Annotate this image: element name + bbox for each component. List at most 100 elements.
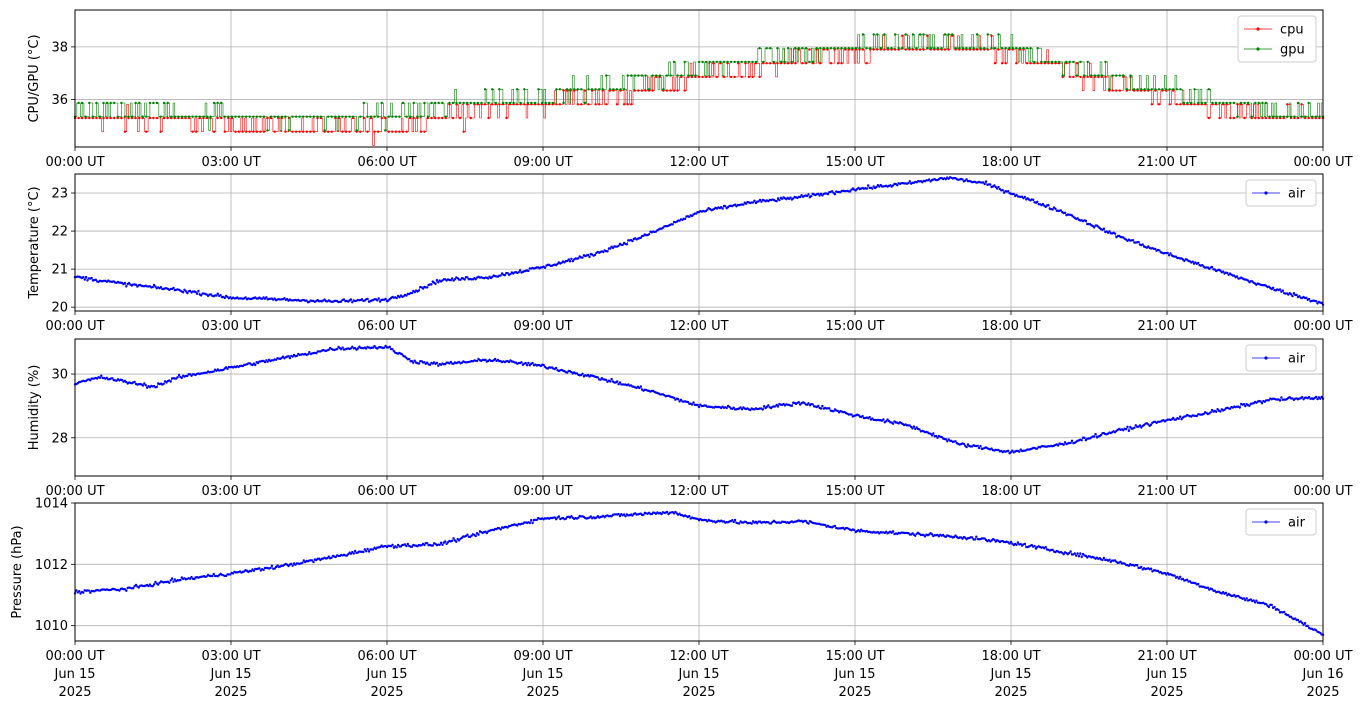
gpu-point: [779, 60, 783, 64]
gpu-point: [1232, 101, 1236, 105]
air-point: [665, 510, 669, 514]
gpu-point: [922, 33, 925, 36]
gpu-point: [965, 47, 968, 50]
air-point: [1224, 591, 1228, 594]
x-tick-label: 00:00 UT: [1293, 155, 1352, 170]
gpu-point: [373, 115, 376, 118]
gpu-point: [234, 115, 237, 118]
cpu-point: [537, 103, 540, 106]
x-tick-label: 18:00 UT: [981, 649, 1040, 664]
gpu-point: [515, 88, 519, 91]
air-point: [100, 374, 103, 377]
gpu-point: [241, 115, 244, 118]
air-point: [1210, 265, 1214, 269]
gpu-point: [1293, 115, 1296, 118]
cpu-point: [651, 89, 654, 92]
air-point: [388, 345, 391, 348]
gpu-point: [1029, 47, 1032, 50]
air-point: [1001, 188, 1004, 192]
gpu-point: [1111, 74, 1114, 77]
gpu-point: [1040, 60, 1043, 64]
gpu-point: [594, 88, 597, 91]
air-point: [811, 403, 814, 406]
air-point: [362, 550, 365, 554]
cpu-point: [765, 62, 768, 65]
cpu-point: [751, 75, 754, 79]
gpu-point: [123, 115, 127, 118]
cpu-point: [138, 116, 141, 120]
air-point: [944, 438, 947, 441]
air-point: [1305, 296, 1308, 299]
cpu-point: [1150, 103, 1154, 106]
cpu-point: [212, 130, 216, 133]
gpu-point: [398, 115, 401, 118]
air-point: [732, 520, 735, 524]
gpu-point: [316, 115, 319, 118]
gpu-point: [344, 115, 348, 118]
air-point: [1283, 610, 1286, 614]
air-point: [494, 357, 497, 361]
gpu-point: [1136, 88, 1139, 91]
x-tick-label: 15:00 UT: [825, 649, 884, 664]
gpu-point: [1132, 88, 1136, 91]
air-point: [301, 561, 304, 564]
cpu-point: [105, 116, 109, 120]
air-point: [683, 217, 687, 221]
air-point: [1238, 406, 1242, 409]
gpu-point: [844, 47, 847, 50]
cpu-point: [1157, 103, 1161, 106]
cpu-point: [220, 116, 223, 120]
gpu-point: [109, 101, 112, 105]
gpu-point: [979, 47, 982, 50]
cpu-point: [458, 116, 462, 120]
x-tick-label: 00:00 UT: [45, 319, 104, 334]
air-point: [266, 360, 269, 363]
cpu-point: [704, 75, 708, 79]
gpu-point: [883, 33, 886, 36]
air-point: [312, 560, 315, 564]
air-point: [451, 277, 454, 280]
gpu-point: [1304, 115, 1307, 118]
cpu-point: [911, 48, 915, 51]
panel-3: 28 30 00:00 UT 03:00 UT 06:00 UT 09:00 UT 12:0…: [27, 338, 1353, 499]
gpu-point: [1218, 101, 1221, 105]
cpu-point: [1115, 89, 1118, 92]
gpu-point: [915, 47, 918, 50]
gpu-point: [804, 47, 808, 50]
gpu-point: [1015, 47, 1018, 50]
gpu-point: [1236, 115, 1239, 118]
gpu-point: [1189, 101, 1193, 105]
air-point: [1314, 395, 1318, 399]
gpu-point: [573, 88, 576, 91]
air-point: [435, 361, 439, 364]
gpu-point: [601, 88, 604, 91]
legend-label-air: air: [1288, 516, 1306, 531]
gpu-point: [1182, 101, 1186, 105]
gpu-point: [162, 101, 166, 105]
x-tick-label: 18:00 UT: [981, 155, 1040, 170]
cpu-point: [733, 75, 736, 79]
gpu-point: [494, 101, 497, 105]
air-point: [530, 518, 533, 522]
air-point: [1141, 243, 1144, 246]
gpu-point: [587, 88, 590, 91]
x-tick-label: 03:00 UT: [201, 155, 260, 170]
x-tick-label: 09:00 UT: [513, 484, 572, 499]
air-point: [75, 589, 78, 592]
cpu-point: [441, 116, 444, 120]
x-tick-date-label: Jun 16: [1302, 667, 1344, 682]
cpu-point: [1261, 116, 1264, 120]
air-point: [1248, 404, 1251, 407]
gpu-point: [476, 101, 480, 105]
gpu-point: [1264, 101, 1268, 105]
gpu-point: [259, 115, 262, 118]
x-tick-year-label: 2025: [214, 685, 247, 700]
cpu-point: [159, 130, 162, 133]
cpu-point: [237, 130, 241, 133]
cpu-point: [259, 130, 262, 133]
air-point: [216, 292, 219, 295]
cpu-point: [1296, 116, 1300, 120]
gpu-point: [416, 115, 419, 118]
gpu-point: [762, 60, 765, 64]
air-point: [441, 543, 444, 546]
